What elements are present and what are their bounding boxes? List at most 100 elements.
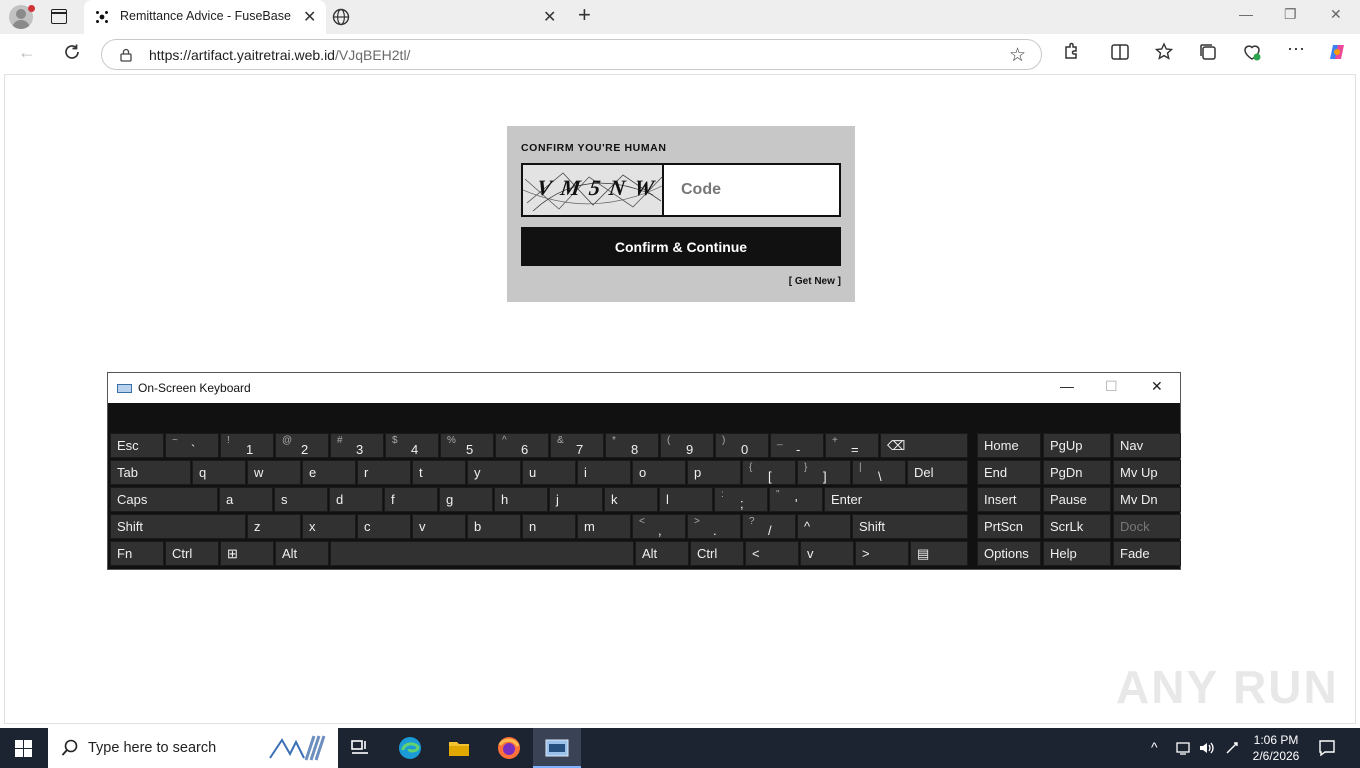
task-view-icon[interactable] [348,736,372,760]
window-restore-button[interactable]: ❐ [1284,6,1297,23]
osk-key[interactable]: >. [687,514,741,539]
osk-key[interactable]: ScrLk [1043,514,1111,539]
captcha-code-input[interactable] [666,165,839,215]
reload-icon[interactable] [62,42,82,62]
osk-key[interactable]: e [302,460,356,485]
collections-icon[interactable] [1198,42,1218,62]
osk-minimize-button[interactable]: — [1060,378,1074,394]
osk-key[interactable]: " ' [769,487,823,512]
osk-key[interactable]: ) 0 [715,433,769,458]
osk-key[interactable]: d [329,487,383,512]
osk-key[interactable]: * 8 [605,433,659,458]
osk-key[interactable]: + = [825,433,879,458]
osk-key[interactable]: Mv Up [1113,460,1181,485]
osk-key[interactable]: ^ 6 [495,433,549,458]
osk-key[interactable]: Caps [110,487,218,512]
osk-key[interactable]: l [659,487,713,512]
osk-key[interactable]: Nav [1113,433,1181,458]
osk-key[interactable]: Tab [110,460,191,485]
osk-key[interactable]: PgDn [1043,460,1111,485]
osk-key[interactable]: q [192,460,246,485]
osk-key[interactable]: r [357,460,411,485]
notification-center-icon[interactable] [1318,739,1336,757]
osk-key[interactable]: ^ [797,514,851,539]
osk-key[interactable]: w [247,460,301,485]
osk-key[interactable]: & 7 [550,433,604,458]
osk-key[interactable]: ? / [742,514,796,539]
osk-key[interactable]: k [604,487,658,512]
osk-key[interactable]: Alt [275,541,329,566]
favorites-icon[interactable] [1154,42,1174,62]
osk-key[interactable]: a [219,487,273,512]
volume-icon[interactable] [1198,740,1216,756]
osk-key[interactable]: Alt [635,541,689,566]
tray-overflow-icon[interactable]: ^ [1151,739,1158,755]
address-bar[interactable]: https://artifact.yaitretrai.web.id/VJqBE… [101,39,1042,70]
browser-essentials-icon[interactable] [1242,42,1262,62]
osk-key[interactable]: z [247,514,301,539]
osk-key[interactable]: t [412,460,466,485]
osk-key[interactable]: ▤ [910,541,968,566]
copilot-icon[interactable] [1327,42,1347,62]
tab-actions-icon[interactable] [51,9,67,24]
osk-key[interactable]: PrtScn [977,514,1041,539]
osk-key[interactable]: Mv Dn [1113,487,1181,512]
osk-key[interactable]: @2 [275,433,329,458]
back-arrow-icon[interactable]: ← [18,42,36,63]
osk-close-button[interactable]: ✕ [1151,378,1163,395]
osk-key[interactable]: n [522,514,576,539]
split-screen-icon[interactable] [1110,42,1130,62]
osk-key[interactable]: Shift [110,514,246,539]
osk-key[interactable]: ~ ` [165,433,219,458]
tab-close-icon[interactable]: ✕ [303,7,316,27]
osk-key[interactable]: u [522,460,576,485]
osk-key[interactable]: Esc [110,433,164,458]
clock-time[interactable]: 1:06 PM [1248,733,1304,747]
taskbar-search-box[interactable]: Type here to search [48,728,338,768]
osk-key[interactable]: End [977,460,1041,485]
osk-key[interactable]: f [384,487,438,512]
tab-close-icon[interactable]: ✕ [543,7,556,27]
windows-start-icon[interactable] [15,740,32,757]
osk-key[interactable]: c [357,514,411,539]
input-method-icon[interactable] [1224,740,1240,756]
osk-key[interactable]: Fade [1113,541,1181,566]
osk-key[interactable]: Enter [824,487,968,512]
osk-key[interactable]: g [439,487,493,512]
window-minimize-button[interactable]: — [1239,6,1253,22]
osk-key[interactable]: Fn [110,541,164,566]
osk-key[interactable]: p [687,460,741,485]
osk-key[interactable]: h [494,487,548,512]
osk-key[interactable]: i [577,460,631,485]
osk-key[interactable]: Ctrl [165,541,219,566]
osk-key[interactable]: > [855,541,909,566]
osk-key[interactable]: $4 [385,433,439,458]
file-explorer-icon[interactable] [447,736,471,760]
osk-key[interactable]: j [549,487,603,512]
osk-key[interactable]: PgUp [1043,433,1111,458]
osk-key[interactable]: o [632,460,686,485]
osk-key[interactable]: s [274,487,328,512]
osk-key[interactable]: Ctrl [690,541,744,566]
osk-key[interactable]: Dock [1113,514,1181,539]
osk-key[interactable]: Del [907,460,968,485]
settings-more-icon[interactable]: ⋯ [1287,39,1307,59]
url-text[interactable]: https://artifact.yaitretrai.web.id/VJqBE… [149,47,410,63]
osk-key[interactable]: ⌫ [880,433,968,458]
osk-key[interactable]: _ - [770,433,824,458]
osk-key[interactable]: m [577,514,631,539]
osk-key[interactable]: {[ [742,460,796,485]
network-icon[interactable] [1175,740,1191,756]
osk-key[interactable]: Help [1043,541,1111,566]
osk-key[interactable]: Shift [852,514,968,539]
window-close-button[interactable]: ✕ [1330,6,1342,23]
extensions-icon[interactable] [1061,42,1081,62]
osk-key[interactable]: Pause [1043,487,1111,512]
new-tab-button[interactable]: + [578,2,591,28]
favorite-star-icon[interactable]: ☆ [1009,44,1026,67]
osk-key[interactable]: v [800,541,854,566]
osk-taskbar-button[interactable] [533,728,581,768]
osk-key[interactable]: Options [977,541,1041,566]
osk-key[interactable]: x [302,514,356,539]
edge-browser-icon[interactable] [398,736,422,760]
